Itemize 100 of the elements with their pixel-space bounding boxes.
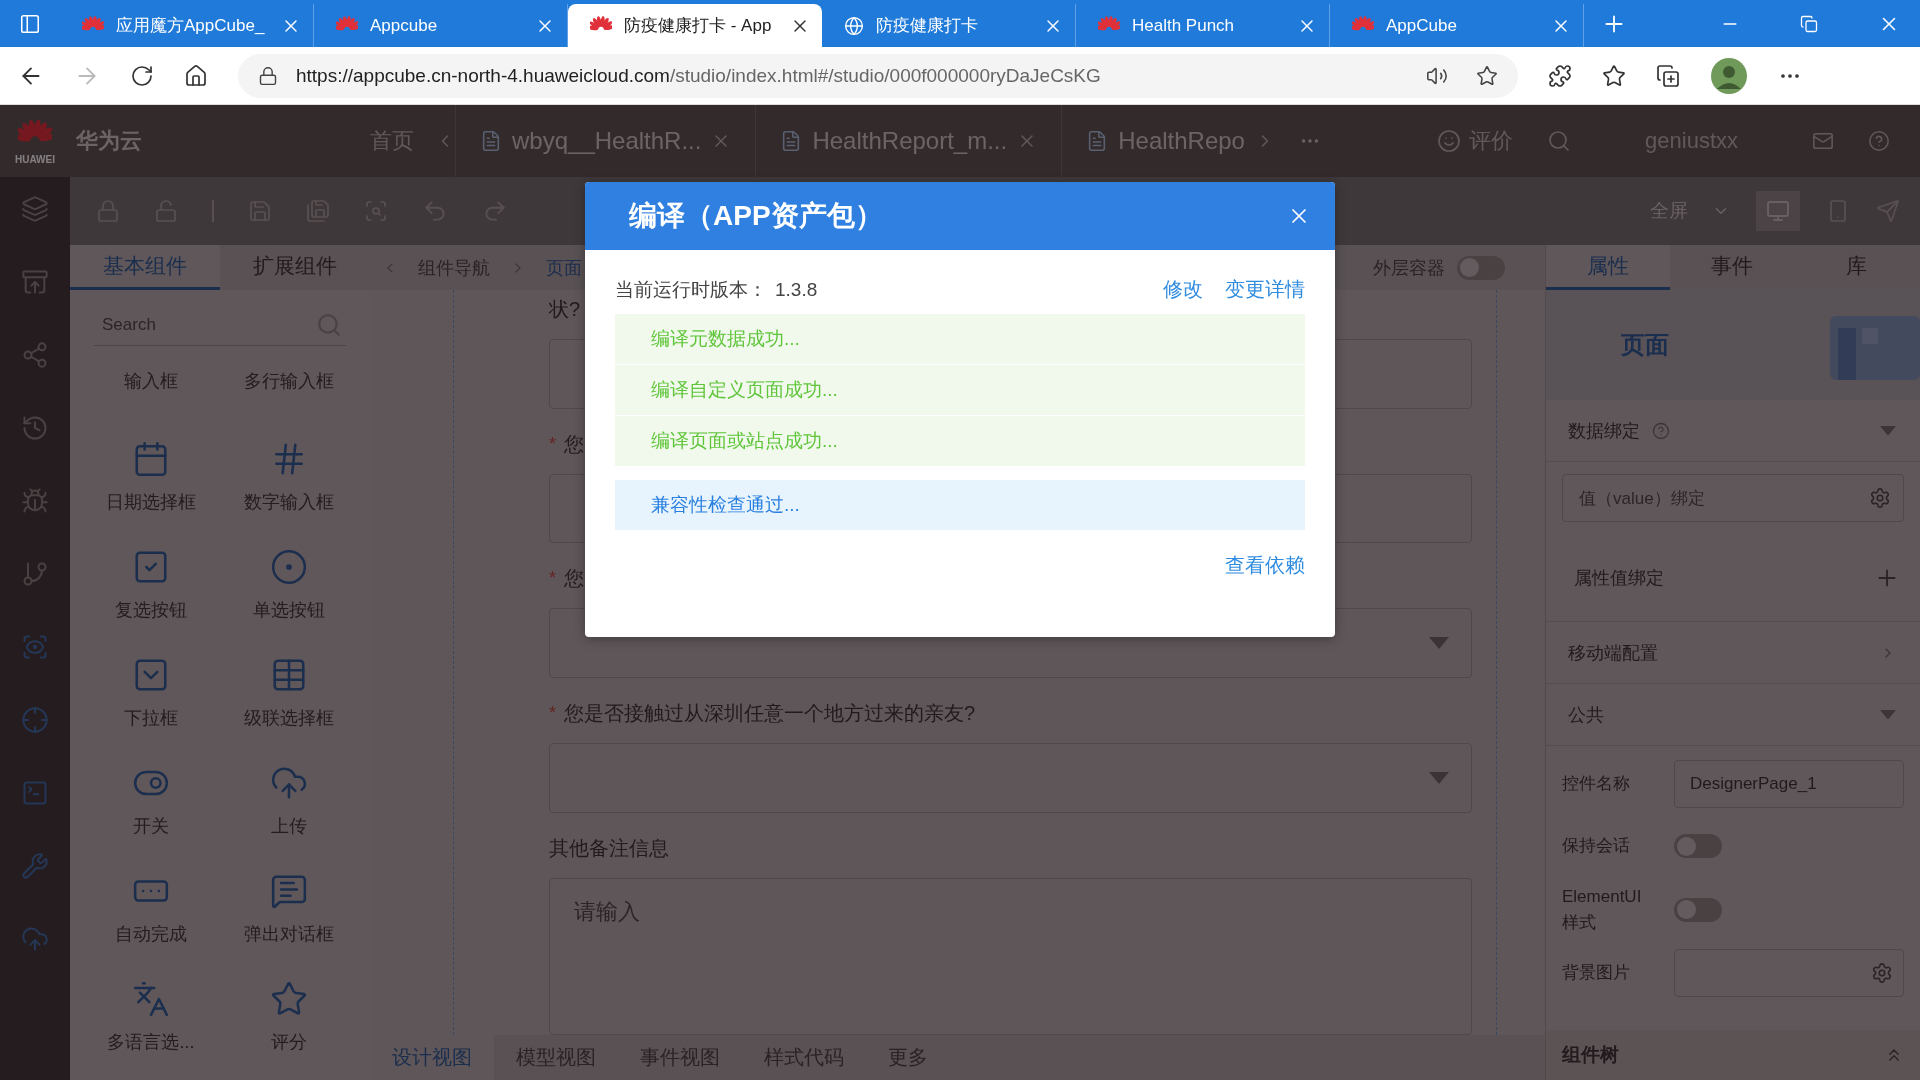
unlock-icon[interactable] (154, 199, 178, 223)
panel-tab[interactable]: 属性 (1546, 245, 1670, 290)
field-label: 状? (549, 297, 581, 322)
cloud-upload-icon[interactable] (21, 925, 49, 953)
lock-icon[interactable] (96, 199, 120, 223)
dependencies-link[interactable]: 查看依赖 (1225, 552, 1305, 579)
tab-title: 防疫健康打卡 (876, 15, 979, 37)
save-all-icon[interactable] (306, 199, 330, 223)
home-icon[interactable] (184, 63, 208, 88)
tab-title: AppCube (1386, 15, 1458, 36)
component-item[interactable]: 弹出对话框 (220, 848, 358, 956)
name-field[interactable]: DesignerPage_1 (1674, 760, 1904, 808)
property-label: 保持会话 (1562, 835, 1631, 858)
send-icon[interactable] (1876, 199, 1900, 223)
component-item[interactable]: 多行输入框 (244, 369, 334, 393)
terminal-icon[interactable] (21, 779, 49, 807)
required-mark: * (549, 433, 556, 455)
history-icon[interactable] (21, 414, 49, 442)
component-item[interactable]: 单选按钮 (220, 524, 358, 632)
mail-icon[interactable] (1812, 130, 1834, 152)
tab-title: 应用魔方AppCube_ (116, 15, 266, 37)
editor-tab-label: HealthReport_m... (812, 127, 1008, 155)
browser-tab[interactable]: 防疫健康打卡 - App (568, 4, 822, 47)
toggle-switch[interactable] (1457, 255, 1505, 280)
toggle-switch[interactable] (1674, 834, 1722, 858)
success-message: 编译自定义页面成功... (615, 365, 1305, 415)
info-message: 兼容性检查通过... (615, 480, 1305, 530)
desktop-view-button[interactable] (1756, 191, 1800, 231)
component-item[interactable]: 级联选择框 (220, 632, 358, 740)
redo-icon[interactable] (482, 198, 508, 224)
avatar-icon[interactable] (1710, 56, 1748, 95)
tab-title: Health Punch (1132, 15, 1236, 36)
address-bar[interactable]: https://appcube.cn-north-4.huaweicloud.com/studio/index.html#/studio/000f000000ryDaJeCsKG (238, 53, 1518, 98)
lock-icon (258, 65, 278, 86)
collections-icon[interactable] (1656, 63, 1680, 88)
bug-icon[interactable] (21, 487, 49, 515)
settings-icon[interactable] (1869, 487, 1891, 509)
component-item[interactable]: 数字输入框 (220, 416, 358, 524)
dialog-link[interactable]: 修改 (1163, 276, 1203, 303)
eye-icon[interactable] (21, 633, 49, 661)
attr-binding-label: 属性值绑定 (1574, 566, 1664, 590)
component-item[interactable]: 上传 (220, 740, 358, 848)
breadcrumb-link[interactable]: 页面 (546, 255, 582, 280)
field-label: 您 (564, 566, 584, 592)
version-value: 1.3.8 (775, 278, 818, 301)
component-item[interactable]: 开关 (82, 740, 220, 848)
editor-tab-label: wbyq__HealthR... (512, 127, 702, 155)
component-item[interactable]: 自动完成 (82, 848, 220, 956)
field-label: 您是否接触过从深圳任意一个地方过来的亲友? (564, 701, 976, 727)
dialog-link[interactable]: 变更详情 (1225, 276, 1305, 303)
field-label: 其他备注信息 (549, 836, 669, 862)
tab-title: 防疫健康打卡 - App (624, 15, 773, 37)
select-field[interactable] (549, 743, 1472, 814)
caret-icon (1429, 772, 1449, 785)
globe-icon (844, 15, 864, 36)
dialog-icon (270, 872, 308, 910)
dropdown-icon (132, 656, 170, 694)
preview-icon[interactable] (364, 199, 388, 223)
brand-name: 华为云 (75, 127, 143, 155)
monitor-icon (1766, 199, 1790, 223)
image-field[interactable] (1674, 949, 1904, 997)
calendar-icon (132, 440, 170, 478)
component-item[interactable]: 多语言选... (82, 956, 220, 1064)
property-label: ElementUI样式 (1562, 886, 1643, 934)
required-mark: * (549, 568, 556, 590)
component-item[interactable]: 复选按钮 (82, 524, 220, 632)
target-icon[interactable] (21, 706, 49, 734)
nodes-icon[interactable] (21, 341, 49, 369)
required-mark: * (549, 703, 556, 725)
success-message: 编译元数据成功... (615, 314, 1305, 364)
reload-icon[interactable] (130, 63, 154, 88)
component-item[interactable]: 日期选择框 (82, 416, 220, 524)
favorites-icon[interactable] (1602, 63, 1626, 88)
undo-icon[interactable] (422, 198, 448, 224)
section-header[interactable]: 数据绑定 (1546, 400, 1920, 462)
sidebar-icon[interactable] (19, 12, 41, 35)
archive-icon[interactable] (21, 268, 49, 296)
component-item[interactable]: 输入框 (124, 369, 178, 393)
wrench-icon[interactable] (21, 852, 49, 880)
toggle-switch[interactable] (1674, 897, 1722, 922)
checkbox-icon (132, 548, 170, 586)
url-text: https://appcube.cn-north-4.huaweicloud.com/studio/index.html#/studio/000f000000ryDaJeCsKG (296, 64, 1101, 87)
help-icon[interactable] (1868, 130, 1890, 152)
branch-icon[interactable] (21, 560, 49, 588)
section-header[interactable]: 公共 (1546, 684, 1920, 746)
panel-tab[interactable]: 基本组件 (70, 245, 220, 290)
view-tab[interactable]: 设计视图 (370, 1035, 494, 1080)
radio-icon (270, 548, 308, 586)
extensions-icon[interactable] (1548, 63, 1572, 88)
section-header[interactable]: 移动端配置 (1546, 622, 1920, 684)
version-label: 当前运行时版本： (615, 277, 767, 302)
layers-icon[interactable] (21, 195, 49, 223)
favorite-icon[interactable] (1476, 64, 1498, 87)
component-item[interactable]: 评分 (220, 956, 358, 1064)
component-item[interactable]: 下拉框 (82, 632, 220, 740)
settings-icon[interactable] (1871, 962, 1893, 984)
search-icon[interactable] (1547, 129, 1572, 153)
restore-icon[interactable] (1800, 14, 1818, 33)
save-icon[interactable] (248, 199, 272, 223)
smile-icon (1437, 129, 1462, 153)
